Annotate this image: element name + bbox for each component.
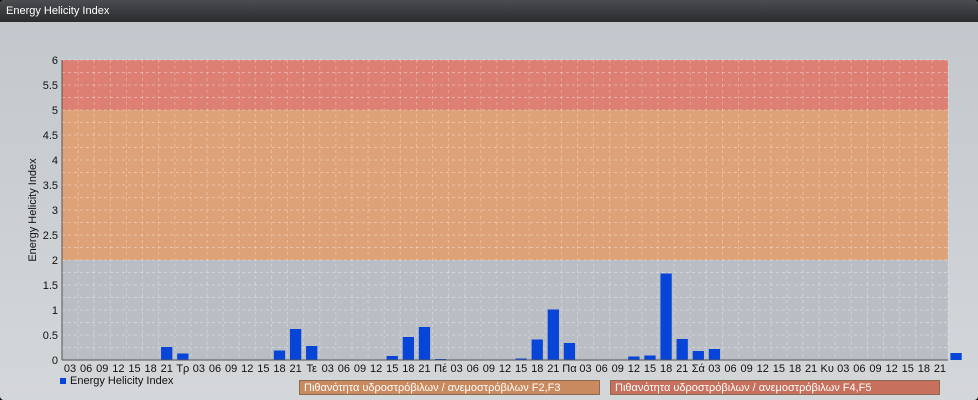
- x-tick-label: 21: [418, 363, 430, 375]
- y-tick-label: 5.5: [43, 80, 58, 92]
- x-tick-label: 09: [225, 363, 237, 375]
- x-tick-label: Πέ: [434, 363, 447, 375]
- x-tick-label: 18: [660, 363, 672, 375]
- x-tick-label: 15: [644, 363, 656, 375]
- window-title: Energy Helicity Index: [0, 0, 978, 22]
- band-legend-f4-f5: Πιθανότητα υδροστρόβιλων / ανεμοστρόβιλω…: [610, 380, 940, 395]
- bar-Σά: [692, 351, 704, 360]
- x-tick-label: 21: [934, 363, 946, 375]
- x-tick-label: 03: [193, 363, 205, 375]
- bar-Τε: [306, 346, 318, 360]
- x-tick-label: 09: [869, 363, 881, 375]
- x-tick-label: 21: [161, 363, 173, 375]
- x-tick-label: Σά: [692, 363, 706, 375]
- x-tick-label: 12: [112, 363, 124, 375]
- x-tick-label: 15: [902, 363, 914, 375]
- series-legend-label: Energy Helicity Index: [70, 375, 174, 387]
- bar-21: [418, 327, 431, 360]
- y-tick-label: 3: [52, 205, 58, 217]
- y-tick-label: 0.5: [43, 330, 58, 342]
- y-tick-label: 2.5: [43, 230, 58, 242]
- y-tick-label: 4: [52, 155, 58, 167]
- x-tick-label: 12: [499, 363, 511, 375]
- y-tick-label: 1.5: [43, 280, 58, 292]
- bar-12: [628, 356, 640, 360]
- x-tick-label: 09: [741, 363, 753, 375]
- x-tick-label: Πα: [562, 363, 577, 375]
- x-tick-label: 06: [853, 363, 865, 375]
- x-tick-label: 18: [531, 363, 543, 375]
- x-tick-label: 06: [209, 363, 221, 375]
- bar-18: [402, 337, 414, 360]
- ehi-bar-chart: 00.511.522.533.544.555.5603 06 09 12 15 18 21 Τ…: [27, 55, 962, 375]
- series-legend[interactable]: Energy Helicity Index: [60, 375, 173, 387]
- x-tick-label: 03: [64, 363, 76, 375]
- chart-window: Energy Helicity Index 0 0.5 1 1.5 2 2.5 3 3.5 4 4…: [0, 0, 978, 400]
- x-tick-label: 21: [289, 363, 301, 375]
- bar-21: [676, 339, 688, 360]
- x-tick-label: 12: [241, 363, 253, 375]
- x-tick-label: 12: [370, 363, 382, 375]
- x-tick-label: 09: [354, 363, 366, 375]
- y-tick-label: 5: [52, 105, 58, 117]
- x-tick-label: 21: [676, 363, 688, 375]
- x-tick-label: 06: [338, 363, 350, 375]
- band-legend-f2-f3: Πιθανότητα υδροστρόβιλων / ανεμοστρόβιλω…: [299, 380, 600, 395]
- bar-18: [660, 273, 672, 360]
- bar-21: [547, 309, 559, 360]
- y-tick-label: 4.5: [43, 130, 58, 142]
- bar-15: [644, 355, 656, 360]
- x-tick-label: 03: [322, 363, 334, 375]
- x-tick-label: 12: [628, 363, 640, 375]
- x-tick-label: 15: [515, 363, 527, 375]
- x-tick-label: 03: [837, 363, 849, 375]
- y-tick-label: 3.5: [43, 180, 58, 192]
- x-tick-label: 18: [918, 363, 930, 375]
- bar-21: [289, 329, 302, 360]
- x-tick-label: 15: [773, 363, 785, 375]
- x-tick-label: 09: [612, 363, 624, 375]
- bar-Τρ: [177, 353, 189, 360]
- plot-area: 0 0.5 1 1.5 2 2.5 3 3.5 4 4.5 5 5.5 6 03 06 09 12 15 18 21 Τ…: [0, 22, 978, 400]
- x-tick-label: 15: [386, 363, 398, 375]
- y-axis-label: Energy Helicity Index: [27, 158, 39, 262]
- x-tick-label: 12: [757, 363, 769, 375]
- x-tick-label: 03: [708, 363, 720, 375]
- x-tick-label: 18: [144, 363, 156, 375]
- x-tick-label: 03: [579, 363, 591, 375]
- bar-15: [386, 356, 398, 360]
- series-legend-swatch: [60, 378, 66, 384]
- x-tick-label: 21: [805, 363, 817, 375]
- y-tick-label: 2: [52, 255, 58, 267]
- x-tick-label: 03: [451, 363, 463, 375]
- x-tick-label: 12: [885, 363, 897, 375]
- x-tick-label: Τε: [306, 363, 317, 375]
- bar-undefined: [950, 353, 962, 360]
- x-tick-label: 09: [96, 363, 108, 375]
- x-tick-label: 06: [596, 363, 608, 375]
- y-tick-label: 0: [52, 355, 58, 367]
- x-tick-label: 21: [547, 363, 559, 375]
- x-tick-label: 15: [257, 363, 269, 375]
- bar-21: [161, 347, 173, 360]
- x-tick-label: 15: [128, 363, 140, 375]
- bar-Πα: [563, 343, 576, 360]
- x-tick-label: 06: [467, 363, 479, 375]
- x-tick-label: Τρ: [176, 363, 189, 375]
- x-tick-label: 09: [483, 363, 495, 375]
- bar-18: [531, 339, 543, 360]
- x-tick-label: 06: [80, 363, 92, 375]
- x-tick-label: Κυ: [821, 363, 834, 375]
- x-tick-label: 18: [273, 363, 285, 375]
- bar-18: [273, 350, 286, 360]
- bar-03: [708, 349, 721, 360]
- y-tick-label: 6: [52, 55, 58, 67]
- x-tick-label: 18: [789, 363, 801, 375]
- y-tick-label: 1: [52, 305, 58, 317]
- x-tick-label: 06: [724, 363, 736, 375]
- x-tick-label: 18: [402, 363, 414, 375]
